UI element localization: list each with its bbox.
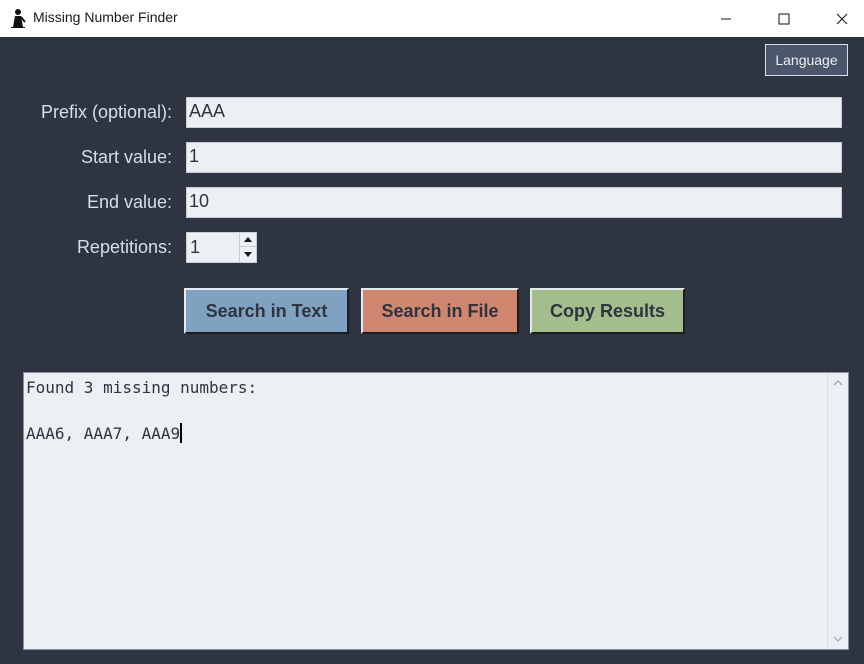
arrow-up-icon — [244, 237, 252, 242]
app-icon — [11, 9, 26, 28]
maximize-button[interactable] — [761, 0, 807, 37]
repetitions-value[interactable]: 1 — [190, 237, 200, 258]
results-textarea[interactable]: Found 3 missing numbers: AAA6, AAA7, AAA… — [23, 372, 849, 650]
prefix-label: Prefix (optional): — [40, 102, 172, 122]
scroll-up-button[interactable] — [828, 373, 848, 393]
text-cursor — [180, 423, 183, 443]
results-scrollbar[interactable] — [827, 373, 848, 649]
search-in-file-button[interactable]: Search in File — [361, 288, 519, 334]
close-button[interactable] — [819, 0, 864, 37]
spin-down-button[interactable] — [240, 247, 256, 261]
arrow-down-icon — [244, 251, 252, 257]
search-in-text-button[interactable]: Search in Text — [184, 288, 349, 334]
end-value-label: End value: — [86, 192, 172, 212]
minimize-button[interactable] — [703, 0, 749, 37]
spin-up-button[interactable] — [240, 233, 256, 247]
prefix-input[interactable]: AAA — [186, 97, 842, 128]
copy-results-button[interactable]: Copy Results — [530, 288, 685, 334]
start-value-label: Start value: — [80, 147, 172, 167]
language-button[interactable]: Language — [765, 44, 848, 76]
chevron-up-icon — [833, 380, 843, 386]
chevron-down-icon — [833, 636, 843, 642]
results-items: AAA6, AAA7, AAA9 — [26, 424, 181, 443]
spin-arrows — [239, 233, 256, 262]
start-value-input[interactable]: 1 — [186, 142, 842, 173]
close-icon — [836, 13, 848, 24]
title-bar: Missing Number Finder — [0, 0, 864, 37]
repetitions-spinbox[interactable]: 1 — [186, 232, 257, 263]
maximize-icon — [778, 13, 790, 24]
results-content: Found 3 missing numbers: AAA6, AAA7, AAA… — [26, 376, 822, 445]
results-summary: Found 3 missing numbers: — [26, 378, 258, 397]
scroll-down-button[interactable] — [828, 629, 848, 649]
minimize-icon — [721, 18, 731, 19]
repetitions-label: Repetitions: — [76, 237, 172, 257]
window-title: Missing Number Finder — [33, 9, 178, 25]
end-value-input[interactable]: 10 — [186, 187, 842, 218]
